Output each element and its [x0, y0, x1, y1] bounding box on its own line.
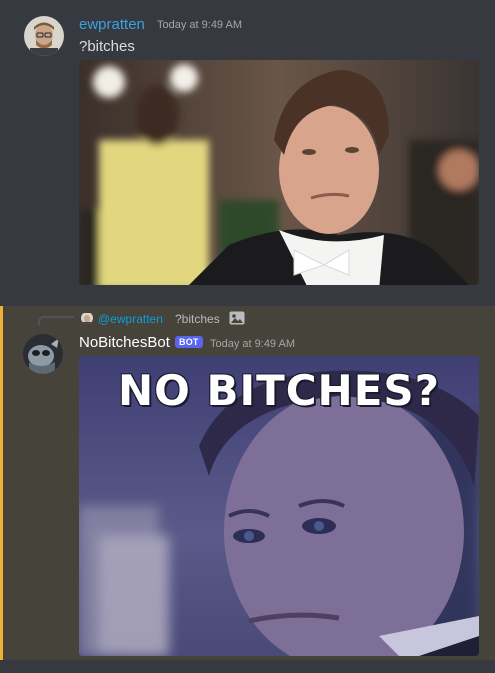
message-text: ?bitches: [79, 38, 135, 55]
timestamp: Today at 9:49 AM: [157, 19, 242, 31]
timestamp: Today at 9:49 AM: [210, 338, 295, 350]
reply-spine: [38, 316, 74, 325]
avatar[interactable]: [24, 16, 64, 56]
reply-preview-text[interactable]: ?bitches: [175, 312, 220, 326]
meme-caption: NO BITCHES?: [117, 366, 441, 415]
bot-badge: BOT: [175, 336, 203, 348]
meme-image[interactable]: NO BITCHES?: [79, 356, 479, 656]
chat-background: [0, 660, 495, 673]
image-icon: [229, 311, 245, 330]
username[interactable]: ewpratten: [79, 16, 145, 33]
image-attachment[interactable]: [79, 60, 479, 285]
reply-mention[interactable]: @ewpratten: [98, 312, 163, 326]
reply-avatar[interactable]: [81, 312, 93, 324]
bot-username[interactable]: NoBitchesBot: [79, 334, 170, 351]
message-ewpratten: ewpratten Today at 9:49 AM ?bitches: [0, 0, 495, 302]
bot-avatar[interactable]: [23, 334, 63, 374]
